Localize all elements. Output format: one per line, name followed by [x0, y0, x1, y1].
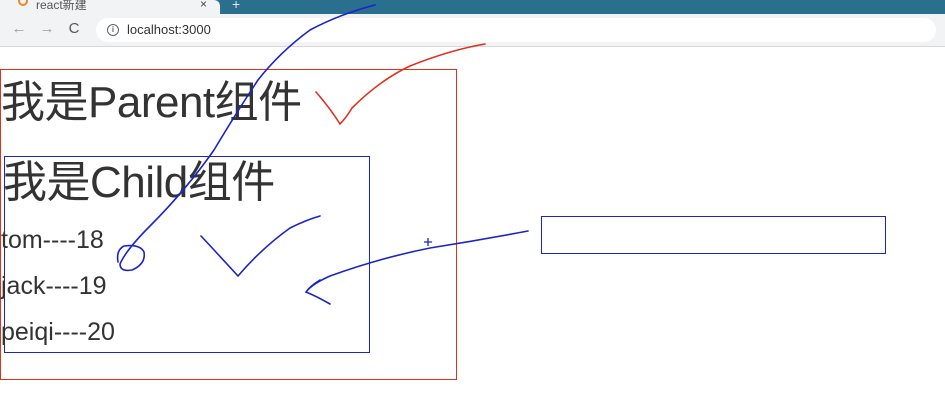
- info-icon[interactable]: i: [107, 24, 119, 36]
- back-button[interactable]: ←: [11, 20, 27, 38]
- new-tab-button[interactable]: +: [232, 0, 240, 12]
- tab-react-app[interactable]: react新建 ×: [0, 0, 220, 14]
- address-bar[interactable]: i localhost:3000: [96, 18, 936, 42]
- person-item: jack----19: [1, 272, 107, 300]
- tab-strip: react新建 × +: [0, 0, 945, 14]
- url-text[interactable]: localhost:3000: [127, 22, 211, 38]
- forward-button[interactable]: →: [39, 20, 55, 38]
- person-item: peiqi----20: [1, 318, 115, 346]
- browser-toolbar: ← → C i localhost:3000: [0, 14, 945, 47]
- parent-component: 我是Parent组件 我是Child组件 tom----18 jack----1…: [0, 69, 457, 380]
- parent-title: 我是Parent组件: [1, 78, 302, 127]
- child-title: 我是Child组件: [3, 158, 275, 207]
- person-item: tom----18: [1, 226, 104, 254]
- favicon-icon: [18, 0, 28, 6]
- child-component: 我是Child组件 tom----18 jack----19 peiqi----…: [1, 156, 370, 353]
- tab-close-button[interactable]: ×: [200, 0, 207, 11]
- browser-window: react新建 × + ← → C i localhost:3000 我是Par…: [0, 0, 945, 414]
- tab-title: react新建: [36, 0, 87, 12]
- reload-button[interactable]: C: [66, 20, 82, 38]
- page-content: 我是Parent组件 我是Child组件 tom----18 jack----1…: [0, 47, 945, 414]
- text-input[interactable]: [541, 216, 886, 254]
